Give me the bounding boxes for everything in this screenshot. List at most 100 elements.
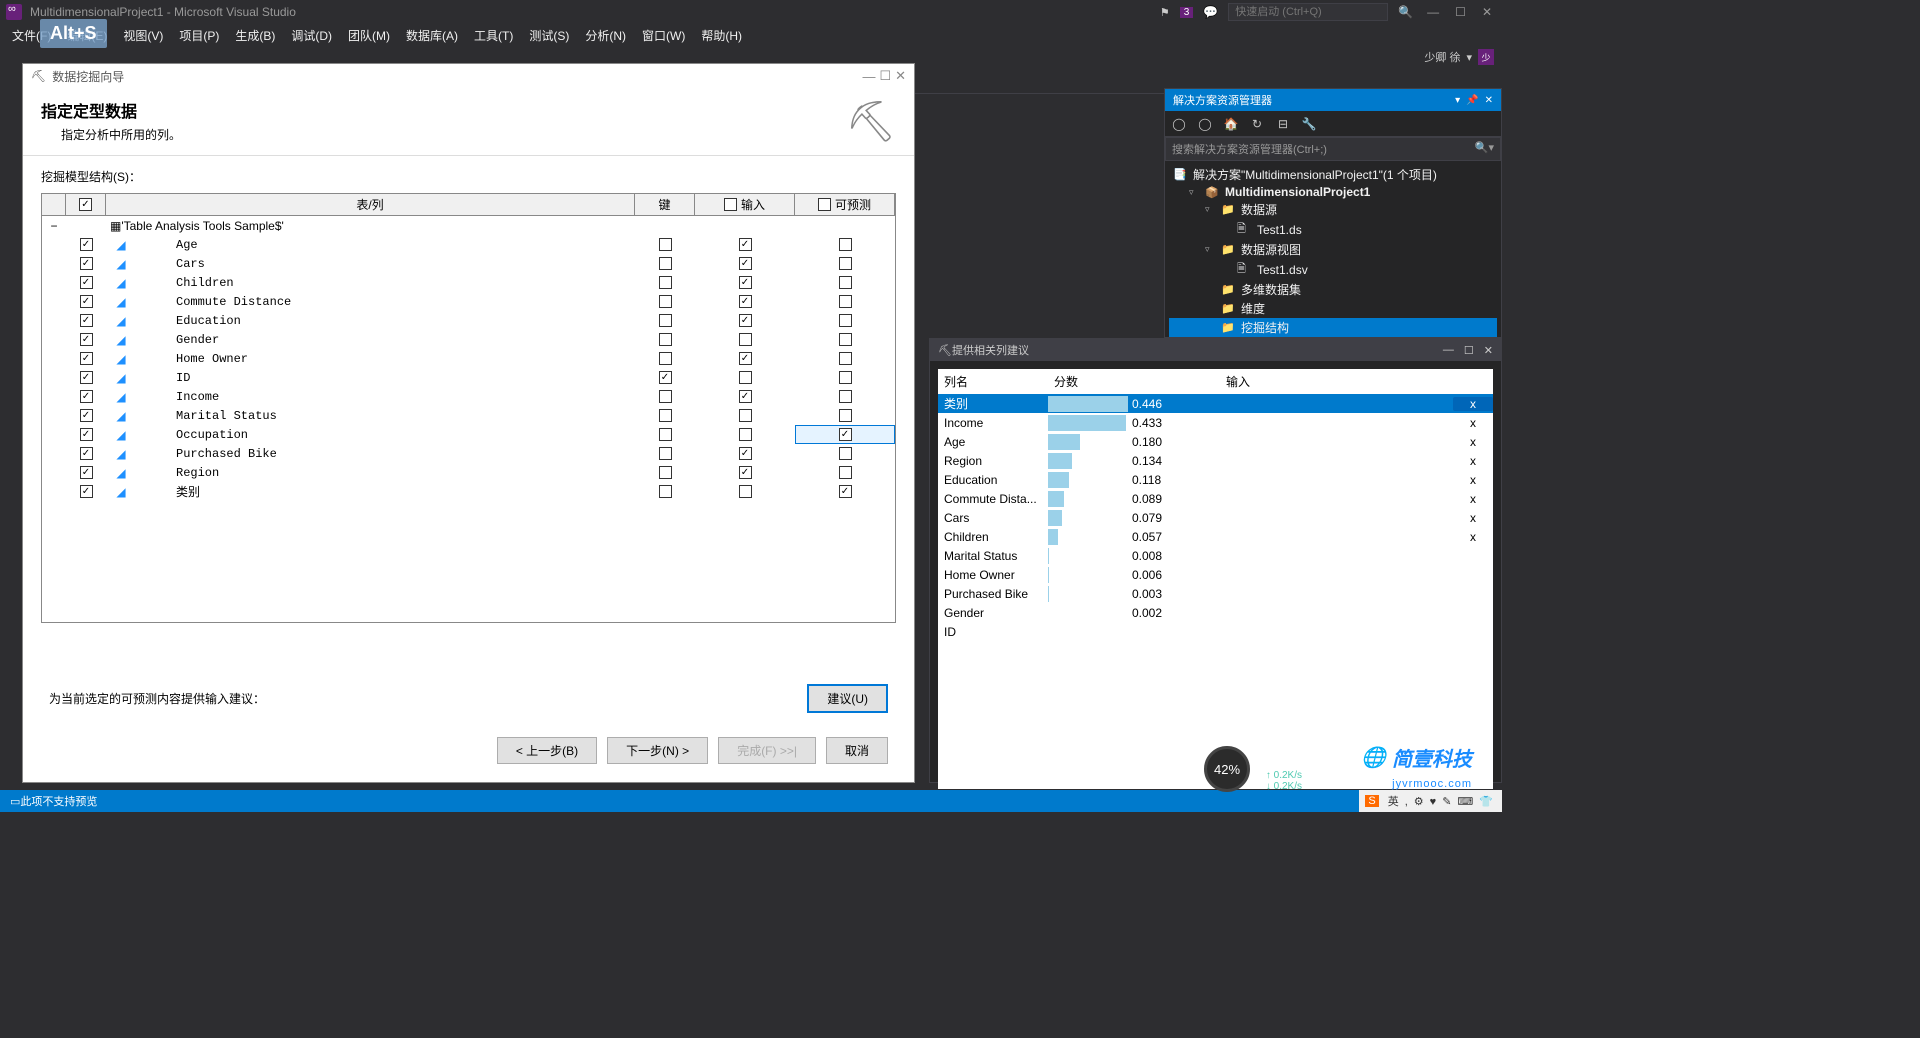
table-row[interactable]: ✓ ◢ Children ✓ [42,273,895,292]
row-checkbox[interactable]: ✓ [80,276,93,289]
input-checkbox[interactable] [739,409,752,422]
suggest-button[interactable]: 建议(U) [807,684,888,713]
panel-pin-icon[interactable]: 📌 [1466,95,1478,106]
menu-item[interactable]: 数据库(A) [398,25,466,46]
project-node[interactable]: ▿📦MultidimensionalProject1 [1169,184,1497,200]
suggestion-row[interactable]: Cars 0.079 x [938,508,1493,527]
search-icon[interactable]: 🔍▾ [1475,141,1494,157]
ime-item[interactable]: ⚙ [1414,796,1424,808]
panel-close-icon[interactable]: ✕ [1485,95,1493,106]
file-node[interactable]: 🗎Test1.ds [1169,219,1497,240]
pred-checkbox[interactable] [839,295,852,308]
pred-checkbox[interactable] [839,409,852,422]
row-checkbox[interactable]: ✓ [80,314,93,327]
row-checkbox[interactable]: ✓ [80,238,93,251]
input-checkbox[interactable] [739,333,752,346]
menu-item[interactable]: 调试(D) [283,25,340,46]
key-checkbox[interactable] [659,333,672,346]
ime-item[interactable]: ♥ [1430,796,1437,808]
pred-checkbox[interactable] [839,447,852,460]
key-checkbox[interactable] [659,428,672,441]
suggestion-row[interactable]: ID [938,622,1493,641]
key-checkbox[interactable] [659,314,672,327]
table-row[interactable]: ✓ ◢ ID ✓ [42,368,895,387]
suggestion-row[interactable]: Region 0.134 x [938,451,1493,470]
sg-minimize-icon[interactable]: — [1443,344,1454,357]
suggestion-row[interactable]: Age 0.180 x [938,432,1493,451]
pred-checkbox[interactable] [839,466,852,479]
ime-item[interactable]: ⌨ [1457,796,1473,808]
folder-node[interactable]: ▿📁数据源视图 [1169,240,1497,259]
pred-checkbox[interactable] [839,352,852,365]
ime-item[interactable]: 英 [1388,796,1399,808]
input-checkbox[interactable]: ✓ [739,314,752,327]
file-node[interactable]: 🗎Test1.dsv [1169,259,1497,280]
forward-nav-icon[interactable]: ◯ [1195,114,1215,134]
cancel-button[interactable]: 取消 [826,737,888,764]
next-button[interactable]: 下一步(N) > [607,737,708,764]
ime-logo-icon[interactable]: S [1365,795,1378,807]
solution-search[interactable]: 搜索解决方案资源管理器(Ctrl+;) 🔍▾ [1165,137,1501,161]
table-row[interactable]: ✓ ◢ Occupation ✓ [42,425,895,444]
input-checkbox[interactable] [739,485,752,498]
row-checkbox[interactable]: ✓ [80,352,93,365]
menu-item[interactable]: 分析(N) [577,25,634,46]
suggestion-row[interactable]: Commute Dista... 0.089 x [938,489,1493,508]
ime-item[interactable]: 👕 [1479,796,1493,808]
solution-node[interactable]: 📑解决方案"MultidimensionalProject1"(1 个项目) [1169,165,1497,184]
header-pred-checkbox[interactable] [818,198,831,211]
header-input-checkbox[interactable] [724,198,737,211]
table-group-row[interactable]: − ▦ 'Table Analysis Tools Sample$' [42,216,895,235]
folder-node[interactable]: ▿📁数据源 [1169,200,1497,219]
header-checkbox[interactable]: ✓ [79,198,92,211]
input-checkbox[interactable]: ✓ [739,466,752,479]
minimize-button[interactable]: — [1423,5,1443,19]
table-row[interactable]: ✓ ◢ Age ✓ [42,235,895,254]
input-checkbox[interactable]: ✓ [739,447,752,460]
table-row[interactable]: ✓ ◢ Region ✓ [42,463,895,482]
key-checkbox[interactable] [659,295,672,308]
back-nav-icon[interactable]: ◯ [1169,114,1189,134]
key-checkbox[interactable] [659,238,672,251]
folder-node[interactable]: 📁挖掘结构 [1169,318,1497,337]
menu-item[interactable]: 项目(P) [171,25,227,46]
flag-icon[interactable]: ⚑ [1160,6,1170,19]
row-checkbox[interactable]: ✓ [80,333,93,346]
input-checkbox[interactable]: ✓ [739,295,752,308]
row-checkbox[interactable]: ✓ [80,409,93,422]
key-checkbox[interactable]: ✓ [659,371,672,384]
pred-checkbox[interactable] [839,390,852,403]
input-checkbox[interactable] [739,371,752,384]
input-checkbox[interactable]: ✓ [739,390,752,403]
menu-item[interactable]: 视图(V) [115,25,171,46]
suggestion-row[interactable]: Income 0.433 x [938,413,1493,432]
sg-close-icon[interactable]: ✕ [1484,344,1493,357]
input-checkbox[interactable]: ✓ [739,276,752,289]
row-checkbox[interactable]: ✓ [80,257,93,270]
menu-item[interactable]: 窗口(W) [634,25,693,46]
input-checkbox[interactable]: ✓ [739,257,752,270]
key-checkbox[interactable] [659,276,672,289]
row-checkbox[interactable]: ✓ [80,447,93,460]
wizard-maximize-button[interactable]: ☐ [879,68,891,84]
properties-icon[interactable]: 🔧 [1299,114,1319,134]
pred-checkbox[interactable]: ✓ [839,428,852,441]
menu-item[interactable]: 工具(T) [466,25,521,46]
suggestion-row[interactable]: Gender 0.002 [938,603,1493,622]
pred-checkbox[interactable] [839,333,852,346]
key-checkbox[interactable] [659,485,672,498]
table-row[interactable]: ✓ ◢ 类别 ✓ [42,482,895,501]
table-row[interactable]: ✓ ◢ Income ✓ [42,387,895,406]
performance-widget[interactable]: 42% [1204,746,1250,792]
row-checkbox[interactable]: ✓ [80,371,93,384]
collapse-icon[interactable]: ⊟ [1273,114,1293,134]
quick-launch-input[interactable] [1228,3,1388,21]
table-row[interactable]: ✓ ◢ Gender [42,330,895,349]
menu-item[interactable]: 生成(B) [227,25,283,46]
maximize-button[interactable]: ☐ [1451,5,1470,19]
suggestion-row[interactable]: Children 0.057 x [938,527,1493,546]
ime-bar[interactable]: S 英,⚙♥✎⌨👕 [1359,790,1502,812]
table-row[interactable]: ✓ ◢ Education ✓ [42,311,895,330]
pred-checkbox[interactable] [839,238,852,251]
table-row[interactable]: ✓ ◢ Cars ✓ [42,254,895,273]
